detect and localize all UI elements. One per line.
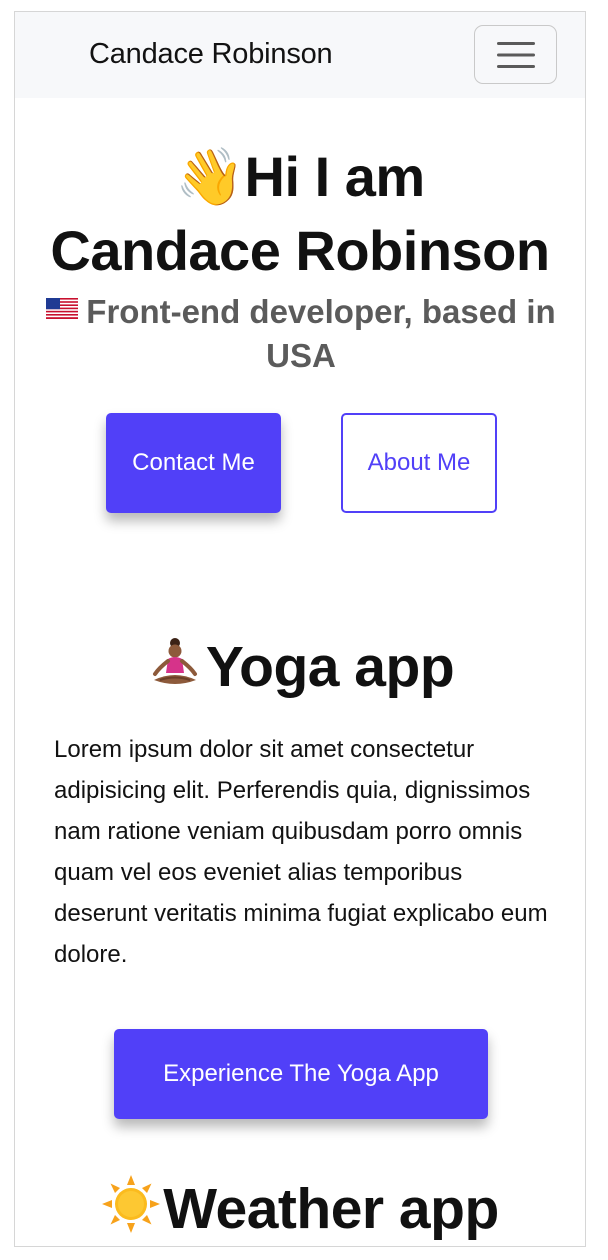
weather-project-title: Weather app <box>15 1174 585 1242</box>
contact-me-button[interactable]: Contact Me <box>106 413 281 513</box>
page-frame: Candace Robinson 👋Hi I am Candace Robins… <box>14 11 586 1247</box>
yoga-project-title-text: Yoga app <box>205 635 455 699</box>
person-meditating-icon <box>152 638 197 684</box>
hero-title-line2: Candace Robinson <box>50 219 550 282</box>
yoga-project-description: Lorem ipsum dolor sit amet consectetur a… <box>54 736 548 968</box>
yoga-project-title: Yoga app <box>15 634 585 700</box>
navbar-toggler-button[interactable] <box>474 25 557 84</box>
hamburger-menu-icon <box>496 40 535 70</box>
us-flag-icon <box>46 298 79 319</box>
hero-subtitle: Front-end developer, based in USA <box>35 290 567 378</box>
navbar: Candace Robinson <box>15 12 585 98</box>
sun-icon <box>102 1175 161 1233</box>
hero-subtitle-text: Front-end developer, based in USA <box>86 293 556 374</box>
weather-project-title-text: Weather app <box>163 1177 499 1241</box>
waving-hand-icon: 👋 <box>175 145 245 210</box>
hero-title: 👋Hi I am Candace Robinson <box>15 140 585 287</box>
brand-link[interactable]: Candace Robinson <box>89 38 333 71</box>
experience-yoga-app-button[interactable]: Experience The Yoga App <box>114 1029 488 1119</box>
hero-title-line1: Hi I am <box>244 145 426 208</box>
about-me-button[interactable]: About Me <box>341 413 497 513</box>
